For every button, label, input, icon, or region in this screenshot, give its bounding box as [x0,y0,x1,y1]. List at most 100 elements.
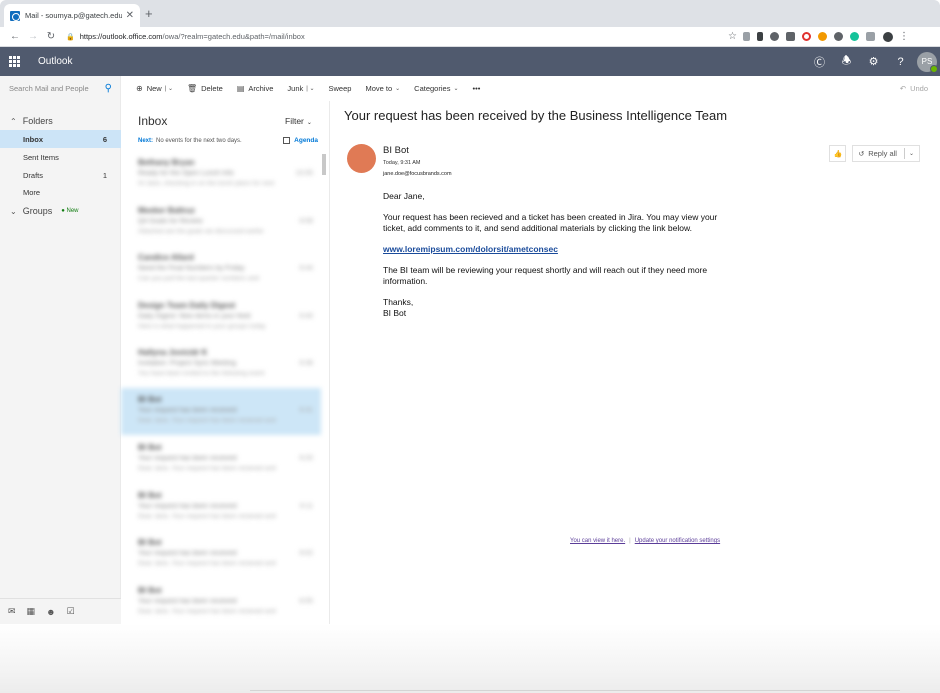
next-events-text: No events for the next two days. [156,137,242,144]
chevron-down-icon[interactable]: ⌄ [909,150,914,157]
delete-button[interactable]: 🗑 Delete [180,76,230,101]
app-brand[interactable]: Outlook [38,56,72,67]
chevron-down-icon: ⌄ [453,86,459,92]
list-scrollbar[interactable] [322,154,326,175]
search-box[interactable]: Search Mail and People ⚲ [0,76,121,101]
folder-label: Sent Items [23,152,59,162]
item-time: 9:36 [299,360,313,367]
back-icon[interactable]: ← [6,31,24,42]
list-item[interactable]: Candice Allard Need the Final Numbers by … [121,246,321,293]
filter-button[interactable]: Filter ⌄ [285,116,312,126]
item-preview: Dear Jane, Your request has been recieve… [138,513,276,520]
reply-all-button[interactable]: ↺ Reply all ⌄ [852,145,920,162]
address-bar[interactable]: 🔒 https://outlook.office.com/owa/?realm=… [66,29,728,45]
extension-drop-icon[interactable] [817,32,827,41]
command-bar: ⊕ New | ⌄ 🗑 Delete ▤ Archive Junk | ⌄ Swee… [121,76,940,101]
folder-inbox[interactable]: Inbox 6 [0,130,121,148]
list-item[interactable]: BI Bot Your request has been received 8:55… [121,579,321,626]
folders-header[interactable]: ⌃ Folders [0,112,121,130]
reload-icon[interactable]: ↻ [42,31,60,42]
bookmark-star-icon[interactable]: ☆ [728,31,737,42]
module-switcher: ✉ ▦ ☻ ☑ [0,598,121,624]
close-tab-icon[interactable]: ✕ [126,10,134,21]
item-time: 10:05 [295,170,313,177]
item-preview: Dear Jane, Your request has been recieve… [138,608,276,615]
archive-button[interactable]: ▤ Archive [230,76,281,101]
calendar-icon[interactable]: ▦ [27,606,36,617]
extension-shield-icon[interactable] [833,32,843,41]
recipient-email[interactable]: jane.doe@focusbrands.com [383,171,452,177]
reading-pane: Your request has been received by the Bu… [331,101,940,624]
user-avatar[interactable]: PS [917,51,938,73]
closing: Thanks, [383,297,414,307]
signature: BI Bot [383,308,407,318]
notification-settings-link[interactable]: Update your notification settings [635,538,720,544]
list-item[interactable]: BI Bot Your request has been received 9:31… [121,388,321,435]
list-item[interactable]: Bethany Bryan Ready for the Open Lunch In… [121,151,321,198]
list-item[interactable]: Meeker Baltruz Q4 Goals for Review 9:58 Att… [121,199,321,246]
groups-label: Groups [22,206,53,216]
groups-new-badge: ● New [61,208,79,214]
extension-cloud-icon[interactable] [769,32,779,41]
undo-button[interactable]: ↶ Undo [900,76,928,101]
lock-icon: 🔒 [66,33,75,41]
browser-tab-mail[interactable]: Mail - soumya.p@gatech.edu ✕ [4,4,140,27]
app-launcher-icon[interactable] [0,47,29,76]
junk-button[interactable]: Junk | ⌄ [280,76,321,101]
item-time: 9:02 [299,550,313,557]
browser-profile-icon[interactable] [882,31,893,42]
item-sender: BI Bot [138,395,162,404]
list-item[interactable]: Hallyna Jovicidr K Invitation: Project Sy… [121,341,321,388]
item-sender: BI Bot [138,538,162,547]
sender-name[interactable]: BI Bot [383,145,409,156]
move-to-button[interactable]: Move to ⌄ [358,76,407,101]
extension-pen-icon[interactable] [742,32,750,41]
tasks-icon[interactable]: ☑ [67,606,75,617]
item-preview: Hi Jane, checking in on the lunch plans … [138,180,275,187]
folder-sent-items[interactable]: Sent Items [0,148,121,166]
item-subject: Your request has been received [138,550,237,557]
folder-label: Drafts [23,170,44,180]
people-icon[interactable]: ☻ [46,607,55,617]
notifications-bell-icon[interactable]: 🕭 [833,47,860,76]
folder-drafts[interactable]: Drafts 1 [0,166,121,184]
chevron-down-icon: | ⌄ [164,86,173,92]
extension-grammarly-icon[interactable] [849,32,859,41]
groups-header[interactable]: ⌄ Groups ● New [0,202,121,220]
ticket-link[interactable]: www.loremipsum.com/dolorsit/ametconsec [383,244,558,254]
browser-menu-icon[interactable]: ⋮ [899,31,909,42]
categories-button[interactable]: Categories ⌄ [407,76,465,101]
extension-pin-icon[interactable] [756,32,763,41]
item-subject: Ready for the Open Lunch Info [138,170,234,177]
list-item[interactable]: Design Team Daily Digest Daily Digest: Ne… [121,294,321,341]
folder-more[interactable]: More [0,183,121,201]
extension-badge-icon[interactable] [865,32,875,41]
sender-avatar[interactable] [347,144,376,173]
extension-opera-icon[interactable] [801,32,811,41]
skype-icon[interactable]: Ⓒ [806,47,833,76]
item-preview: Dear Jane, Your request has been recieve… [138,417,276,424]
settings-gear-icon[interactable]: ⚙ [860,47,887,76]
search-input[interactable]: Search Mail and People [9,84,105,93]
help-icon[interactable]: ? [887,47,914,76]
mail-icon[interactable]: ✉ [8,606,16,617]
extension-screen-icon[interactable] [785,32,795,41]
drafts-count: 1 [102,170,107,180]
more-actions-button[interactable]: ••• [465,76,487,101]
forward-icon[interactable]: → [24,31,42,42]
list-item[interactable]: BI Bot Your request has been received 9:11… [121,484,321,531]
agenda-button[interactable]: Agenda [283,137,318,144]
list-item[interactable]: BI Bot Your request has been received 9:02… [121,531,321,578]
item-subject: Q4 Goals for Review [138,218,203,225]
new-tab-button[interactable]: + [145,7,153,20]
view-it-here-link[interactable]: You can view it here. [570,538,625,544]
list-item[interactable]: BI Bot Your request has been received 9:20… [121,436,321,483]
item-subject: Daily Digest: New items in your feed [138,313,251,320]
chevron-down-icon: ⌄ [306,120,312,126]
new-button[interactable]: ⊕ New | ⌄ [121,76,180,101]
item-subject: Your request has been received [138,598,237,605]
sweep-button[interactable]: Sweep [322,76,359,101]
like-icon[interactable]: 👍 [829,145,847,162]
search-icon[interactable]: ⚲ [105,83,112,94]
list-title: Inbox [138,114,168,128]
